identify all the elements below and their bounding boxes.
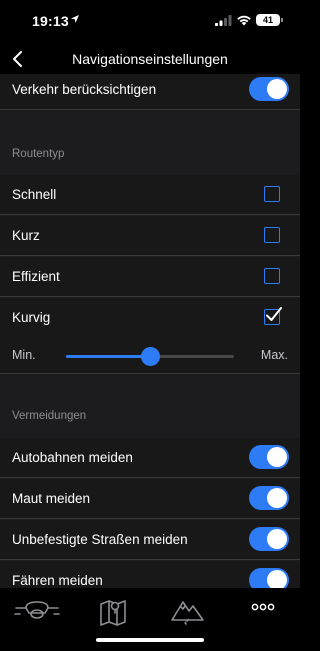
toggle-knob [267, 529, 287, 549]
status-time: 19:13 [32, 13, 69, 29]
wifi-icon [237, 15, 251, 26]
avoid-highways-toggle[interactable] [249, 445, 289, 469]
checkmark-icon [266, 307, 282, 321]
avoid-label: Maut meiden [12, 491, 91, 506]
slider-max-label: Max. [260, 348, 288, 362]
home-indicator [96, 638, 204, 642]
toggle-knob [267, 570, 287, 588]
mountain-road-icon [171, 601, 204, 625]
tab-map[interactable] [88, 594, 138, 628]
toggle-knob [267, 447, 287, 467]
toggle-knob [267, 488, 287, 508]
toggle-knob [267, 79, 287, 99]
slider-fill [66, 355, 150, 358]
navigation-bar: Navigationseinstellungen [0, 44, 300, 74]
location-arrow-icon [71, 15, 79, 23]
curviness-slider[interactable] [66, 347, 234, 366]
traffic-label: Verkehr berücksichtigen [12, 82, 157, 97]
avoid-row-tolls[interactable]: Maut meiden [0, 479, 300, 519]
avoid-row-highways[interactable]: Autobahnen meiden [0, 438, 300, 478]
more-icon [251, 603, 275, 611]
battery-icon: 41 [256, 14, 283, 26]
tab-more[interactable] [238, 594, 288, 628]
route-option-label: Effizient [12, 269, 60, 284]
avoid-row-unpaved[interactable]: Unbefestigte Straßen meiden [0, 520, 300, 560]
avoid-label: Fähren meiden [12, 573, 103, 588]
avoid-row-ferries[interactable]: Fähren meiden [0, 561, 300, 588]
route-option-kurz[interactable]: Kurz [0, 216, 300, 256]
curviness-slider-row: Min. Max. [0, 338, 300, 374]
signal-icon [215, 15, 232, 26]
slider-min-label: Min. [12, 348, 36, 362]
tab-bar [0, 588, 300, 651]
section-title-avoidances: Vermeidungen [12, 410, 87, 422]
status-bar: 19:13 41 [0, 0, 300, 44]
tab-routes[interactable] [163, 594, 213, 628]
traffic-toggle[interactable] [249, 77, 289, 101]
route-option-label: Schnell [12, 187, 57, 202]
avoid-label: Unbefestigte Straßen meiden [12, 532, 188, 547]
page-title: Navigationseinstellungen [72, 51, 228, 67]
tab-ride[interactable] [12, 594, 62, 628]
route-option-schnell[interactable]: Schnell [0, 175, 300, 215]
settings-list[interactable]: Verkehr berücksichtigen Routentyp Schnel… [0, 74, 300, 588]
route-option-kurvig[interactable]: Kurvig [0, 298, 300, 338]
avoid-unpaved-toggle[interactable] [249, 527, 289, 551]
slider-thumb[interactable] [141, 347, 160, 366]
route-option-effizient[interactable]: Effizient [0, 257, 300, 297]
route-option-label: Kurvig [12, 310, 51, 325]
map-icon [100, 600, 126, 626]
motorcycle-icon [14, 601, 60, 619]
route-option-checkbox-checked[interactable] [264, 307, 282, 325]
route-option-checkbox[interactable] [264, 268, 280, 284]
route-option-checkbox[interactable] [264, 186, 280, 202]
route-option-label: Kurz [12, 228, 40, 243]
avoid-label: Autobahnen meiden [12, 450, 133, 465]
section-header-route-type: Routentyp [0, 134, 300, 168]
section-header-avoidances: Vermeidungen [0, 396, 300, 430]
route-option-checkbox[interactable] [264, 227, 280, 243]
setting-row-traffic[interactable]: Verkehr berücksichtigen [0, 74, 300, 110]
avoid-tolls-toggle[interactable] [249, 486, 289, 510]
section-title-route-type: Routentyp [12, 148, 65, 160]
avoid-ferries-toggle[interactable] [249, 568, 289, 588]
